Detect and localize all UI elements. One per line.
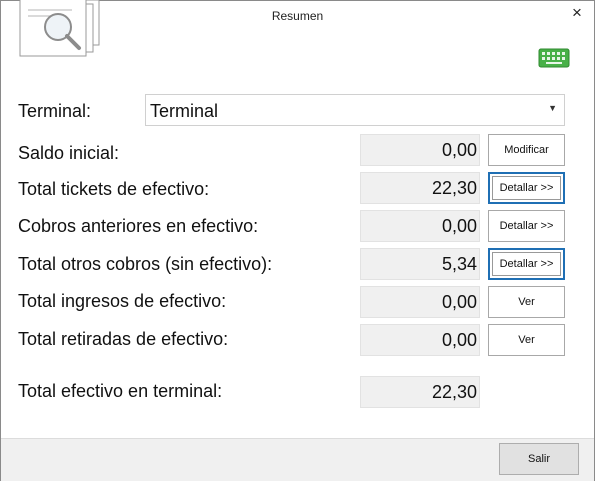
cash-tickets-detail-button[interactable]: Detallar >> — [488, 172, 565, 204]
cash-withdrawals-value: 0,00 — [360, 324, 480, 356]
previous-cash-payments-detail-button[interactable]: Detallar >> — [488, 210, 565, 242]
previous-cash-payments-value: 0,00 — [360, 210, 480, 242]
close-button[interactable]: × — [567, 4, 587, 24]
other-payments-value: 5,34 — [360, 248, 480, 280]
other-payments-label: Total otros cobros (sin efectivo): — [18, 254, 273, 274]
cash-tickets-value: 22,30 — [360, 172, 480, 204]
total-cash-value: 22,30 — [360, 376, 480, 408]
cash-withdrawals-label: Total retiradas de efectivo: — [18, 329, 229, 349]
cash-tickets-label: Total tickets de efectivo: — [18, 179, 210, 199]
terminal-select[interactable]: Terminal ▼ — [145, 94, 565, 126]
report-search-icon — [19, 0, 100, 57]
cash-income-label: Total ingresos de efectivo: — [18, 291, 227, 311]
opening-balance-label: Saldo inicial: — [18, 143, 120, 163]
exit-button[interactable]: Salir — [499, 443, 579, 475]
modify-button[interactable]: Modificar — [488, 134, 565, 166]
opening-balance-value: 0,00 — [360, 134, 480, 166]
keyboard-icon[interactable] — [538, 47, 570, 69]
previous-cash-payments-label: Cobros anteriores en efectivo: — [18, 216, 259, 236]
terminal-label: Terminal: — [18, 101, 92, 121]
other-payments-detail-button[interactable]: Detallar >> — [488, 248, 565, 280]
cash-income-view-button[interactable]: Ver — [488, 286, 565, 318]
cash-withdrawals-view-button[interactable]: Ver — [488, 324, 565, 356]
total-cash-label: Total efectivo en terminal: — [18, 381, 223, 401]
cash-income-value: 0,00 — [360, 286, 480, 318]
terminal-select-value: Terminal — [150, 101, 219, 121]
dropdown-arrow-icon[interactable]: ▼ — [548, 103, 557, 113]
